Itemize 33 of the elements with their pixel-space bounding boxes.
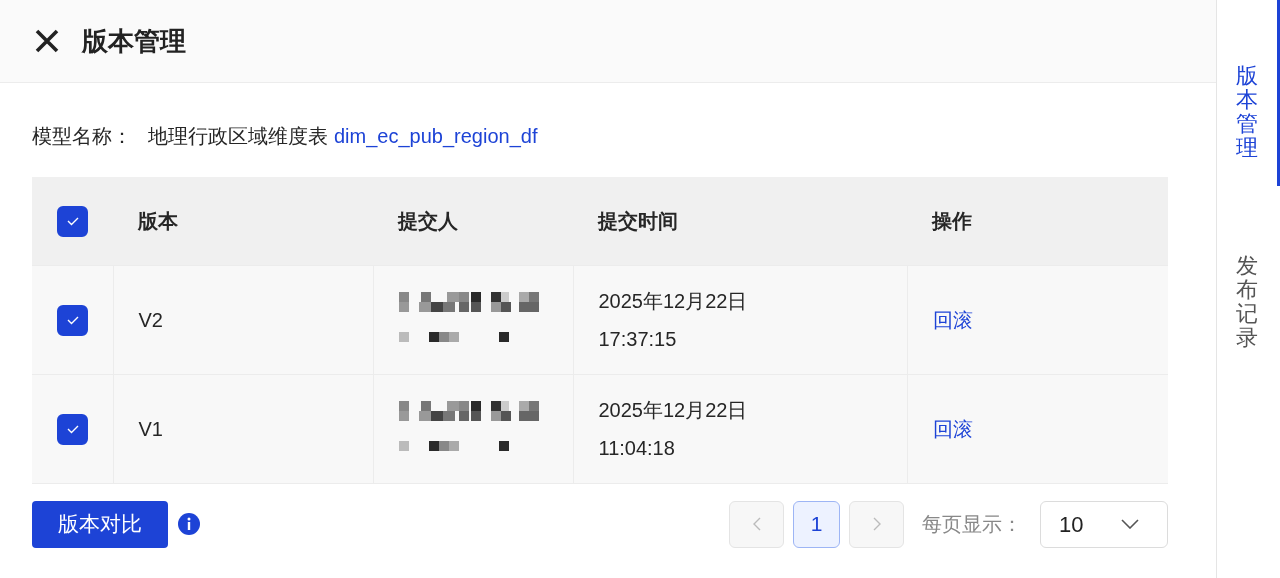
page-size-select[interactable]: 10 xyxy=(1040,500,1168,548)
date-text: 2025年12月22日 xyxy=(598,397,749,423)
column-header: 提交人 xyxy=(398,209,458,232)
version-text: V1 xyxy=(138,417,163,440)
check-icon xyxy=(65,216,80,227)
chevron-right-icon xyxy=(872,517,881,531)
column-header: 提交时间 xyxy=(598,209,678,232)
rollback-link[interactable]: 回滚 xyxy=(932,417,973,440)
column-header: 操作 xyxy=(932,209,972,232)
version-text: V2 xyxy=(138,308,163,331)
rollback-link[interactable]: 回滚 xyxy=(932,308,973,331)
checkbox[interactable] xyxy=(57,413,88,445)
check-icon xyxy=(65,424,80,435)
date-text: 2025年12月22日 xyxy=(598,288,749,314)
panel-title: 版本管理 xyxy=(82,24,186,58)
compare-button[interactable]: 版本对比 xyxy=(32,500,168,548)
side-tab[interactable]: 版本管理 xyxy=(1217,0,1280,186)
info-icon xyxy=(178,513,200,535)
close-icon[interactable] xyxy=(34,28,60,54)
page-button[interactable]: 1 xyxy=(793,500,840,548)
page-size-label: 每页显示： xyxy=(922,512,1022,537)
chevron-down-icon xyxy=(1121,519,1139,529)
model-code-link[interactable]: dim_ec_pub_region_df xyxy=(334,121,538,151)
checkbox[interactable] xyxy=(57,205,88,237)
column-header: 版本 xyxy=(138,209,178,232)
time-text: 17:37:15 xyxy=(598,326,678,352)
time-text: 11:04:18 xyxy=(598,435,676,461)
model-label: 模型名称： xyxy=(32,124,132,149)
check-icon xyxy=(65,315,80,326)
chevron-left-icon xyxy=(752,517,761,531)
checkbox[interactable] xyxy=(57,304,88,336)
model-name: 地理行政区域维度表 xyxy=(148,124,328,149)
side-tab[interactable]: 发布记录 xyxy=(1217,186,1280,372)
